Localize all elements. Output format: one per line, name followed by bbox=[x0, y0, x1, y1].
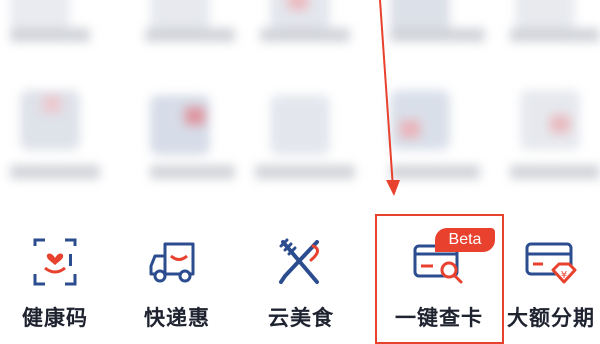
app-installment[interactable]: ¥ 大额分期 bbox=[496, 208, 600, 337]
app-delivery[interactable]: 快递惠 bbox=[122, 208, 232, 337]
app-health-code[interactable]: 健康码 bbox=[0, 208, 110, 337]
fork-knife-icon bbox=[279, 238, 319, 284]
app-label: 云美食 bbox=[268, 306, 334, 330]
app-label: 大额分期 bbox=[507, 306, 595, 330]
delivery-truck-icon bbox=[149, 242, 195, 283]
svg-text:¥: ¥ bbox=[561, 270, 567, 281]
installment-card-icon: ¥ bbox=[525, 242, 577, 284]
app-row: 健康码 快递惠 云美食 一键查卡 ¥ 大额分期 bbox=[0, 208, 600, 337]
health-code-icon bbox=[33, 238, 77, 286]
app-label: 快递惠 bbox=[144, 306, 210, 330]
app-food[interactable]: 云美食 bbox=[246, 208, 356, 337]
app-label: 一键查卡 bbox=[395, 306, 483, 330]
app-label: 健康码 bbox=[22, 306, 88, 330]
beta-badge: Beta bbox=[435, 228, 495, 252]
